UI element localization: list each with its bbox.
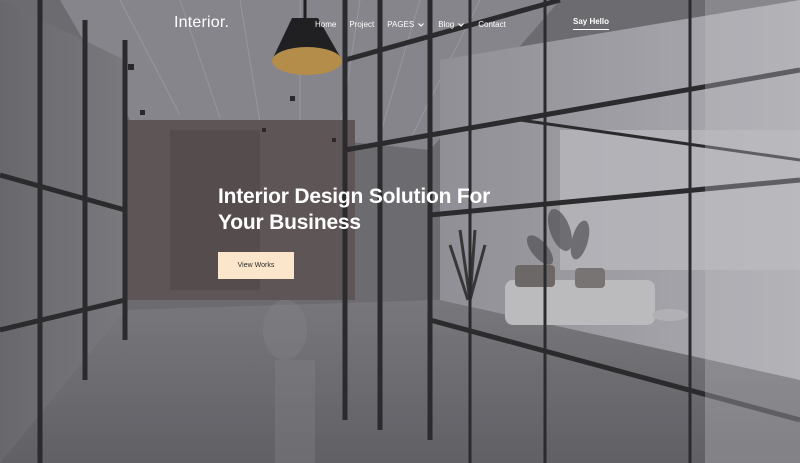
nav-item-blog[interactable]: Blog: [438, 20, 465, 29]
nav-item-home[interactable]: Home: [315, 20, 336, 29]
nav-item-label: Contact: [478, 20, 506, 29]
chevron-down-icon: [418, 22, 425, 27]
say-hello-link[interactable]: Say Hello: [573, 17, 610, 30]
hero-title: Interior Design Solution For Your Busine…: [218, 185, 491, 234]
view-works-button[interactable]: View Works: [218, 252, 294, 279]
nav-item-contact[interactable]: Contact: [478, 20, 506, 29]
nav-item-label: PAGES: [387, 20, 415, 29]
main-navigation: Interior. Home Project PAGES Blog Contac…: [0, 0, 800, 50]
hero-section: Interior. Home Project PAGES Blog Contac…: [0, 0, 800, 463]
nav-item-label: Blog: [438, 20, 455, 29]
nav-item-pages[interactable]: PAGES: [387, 20, 425, 29]
nav-item-label: Home: [315, 20, 337, 29]
nav-item-project[interactable]: Project: [349, 20, 374, 29]
chevron-down-icon: [458, 22, 465, 27]
nav-item-label: Project: [349, 20, 375, 29]
site-logo[interactable]: Interior.: [174, 14, 229, 32]
nav-menu: Home Project PAGES Blog Contact: [315, 20, 506, 29]
